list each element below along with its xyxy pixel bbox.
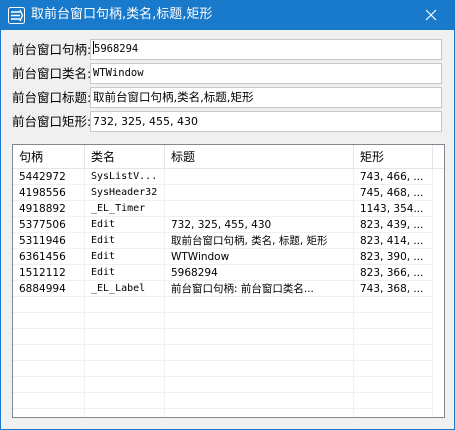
title-bar[interactable]: 取前台窗口句柄,类名,标题,矩形 xyxy=(1,1,454,30)
classname-value: WTWindow xyxy=(93,67,144,79)
cell-handle: 4918892 xyxy=(19,203,66,215)
cell-title: 取前台窗口句柄, 类名, 标题, 矩形 xyxy=(171,235,328,247)
cell-title: 前台窗口句柄: 前台窗口类名... xyxy=(171,283,314,295)
cell-handle: 5377506 xyxy=(19,219,66,231)
cell-handle: 5311946 xyxy=(19,235,66,247)
cell-class: Edit xyxy=(91,267,116,278)
cell-class: Edit xyxy=(91,235,116,246)
cell-class: _EL_Timer xyxy=(91,203,146,214)
handle-value: 5968294 xyxy=(94,43,139,55)
empty-row xyxy=(13,329,444,345)
app-icon xyxy=(8,7,25,24)
handle-label: 前台窗口句柄: xyxy=(12,42,92,57)
list-header: 句柄 类名 标题 矩形 xyxy=(13,145,444,169)
cell-rect: 823, 414, ... xyxy=(360,235,424,247)
cell-title: WTWindow xyxy=(171,251,230,263)
cell-title xyxy=(165,185,354,201)
cell-title xyxy=(165,169,354,185)
cell-rect: 743, 466, ... xyxy=(360,171,424,183)
table-row[interactable]: 6361456 Edit WTWindow 823, 390, ... xyxy=(13,249,444,265)
empty-row xyxy=(13,345,444,361)
cell-rect: 1143, 354... xyxy=(360,203,424,215)
title-label: 前台窗口标题: xyxy=(12,90,92,105)
cell-handle: 4198556 xyxy=(19,187,66,199)
window-title: 取前台窗口句柄,类名,标题,矩形 xyxy=(31,7,213,22)
table-row[interactable]: 5377506 Edit 732, 325, 455, 430 823, 439, .… xyxy=(13,217,444,233)
empty-row xyxy=(13,313,444,329)
table-row[interactable]: 1512112 Edit 5968294 823, 366, ... xyxy=(13,265,444,281)
cell-rect: 823, 390, ... xyxy=(360,251,424,263)
cell-handle: 6884994 xyxy=(19,283,66,295)
cell-rect: 745, 468, ... xyxy=(360,187,424,199)
cell-rect: 743, 368, ... xyxy=(360,283,424,295)
cell-class: SysListV... xyxy=(91,171,158,182)
rect-value: 732, 325, 455, 430 xyxy=(93,115,198,128)
table-row[interactable]: 4918892 _EL_Timer 1143, 354... xyxy=(13,201,444,217)
empty-row xyxy=(13,361,444,377)
classname-label: 前台窗口类名: xyxy=(12,66,92,81)
cell-rect: 823, 439, ... xyxy=(360,219,424,231)
rect-label: 前台窗口矩形: xyxy=(12,114,92,129)
cell-title: 5968294 xyxy=(171,267,218,279)
table-row[interactable]: 5311946 Edit 取前台窗口句柄, 类名, 标题, 矩形 823, 414, … xyxy=(13,233,444,249)
cell-title xyxy=(165,201,354,217)
title-field[interactable]: 取前台窗口句柄,类名,标题,矩形 xyxy=(90,87,442,108)
column-header-class[interactable]: 类名 xyxy=(85,145,165,169)
table-row[interactable]: 6884994 _EL_Label 前台窗口句柄: 前台窗口类名... 743, 36… xyxy=(13,281,444,297)
handle-field[interactable]: 5968294 xyxy=(90,39,442,60)
table-row[interactable]: 5442972 SysListV... 743, 466, ... xyxy=(13,169,444,185)
cell-title: 732, 325, 455, 430 xyxy=(171,219,272,231)
cell-rect: 823, 366, ... xyxy=(360,267,424,279)
column-header-rect[interactable]: 矩形 xyxy=(354,145,433,169)
cell-handle: 6361456 xyxy=(19,251,66,263)
rect-field[interactable]: 732, 325, 455, 430 xyxy=(90,111,442,132)
classname-field[interactable]: WTWindow xyxy=(90,63,442,84)
table-row[interactable]: 4198556 SysHeader32 745, 468, ... xyxy=(13,185,444,201)
cell-class: _EL_Label xyxy=(91,283,146,294)
close-button[interactable] xyxy=(409,1,454,30)
main-window: 取前台窗口句柄,类名,标题,矩形 前台窗口句柄: 5968294 前台窗口类名:… xyxy=(0,0,455,430)
column-header-title[interactable]: 标题 xyxy=(165,145,354,169)
close-icon xyxy=(425,9,437,21)
title-value: 取前台窗口句柄,类名,标题,矩形 xyxy=(93,90,254,104)
window-list[interactable]: 句柄 类名 标题 矩形 5442972 SysListV... 743, 466, … xyxy=(12,144,445,418)
cell-class: Edit xyxy=(91,219,116,230)
column-header-handle[interactable]: 句柄 xyxy=(13,145,85,169)
cell-class: Edit xyxy=(91,251,116,262)
empty-row xyxy=(13,377,444,393)
empty-row xyxy=(13,297,444,313)
list-scroll-area xyxy=(433,169,444,417)
empty-row xyxy=(13,393,444,409)
cell-class: SysHeader32 xyxy=(91,187,158,198)
cell-handle: 1512112 xyxy=(19,267,66,279)
cell-handle: 5442972 xyxy=(19,171,66,183)
